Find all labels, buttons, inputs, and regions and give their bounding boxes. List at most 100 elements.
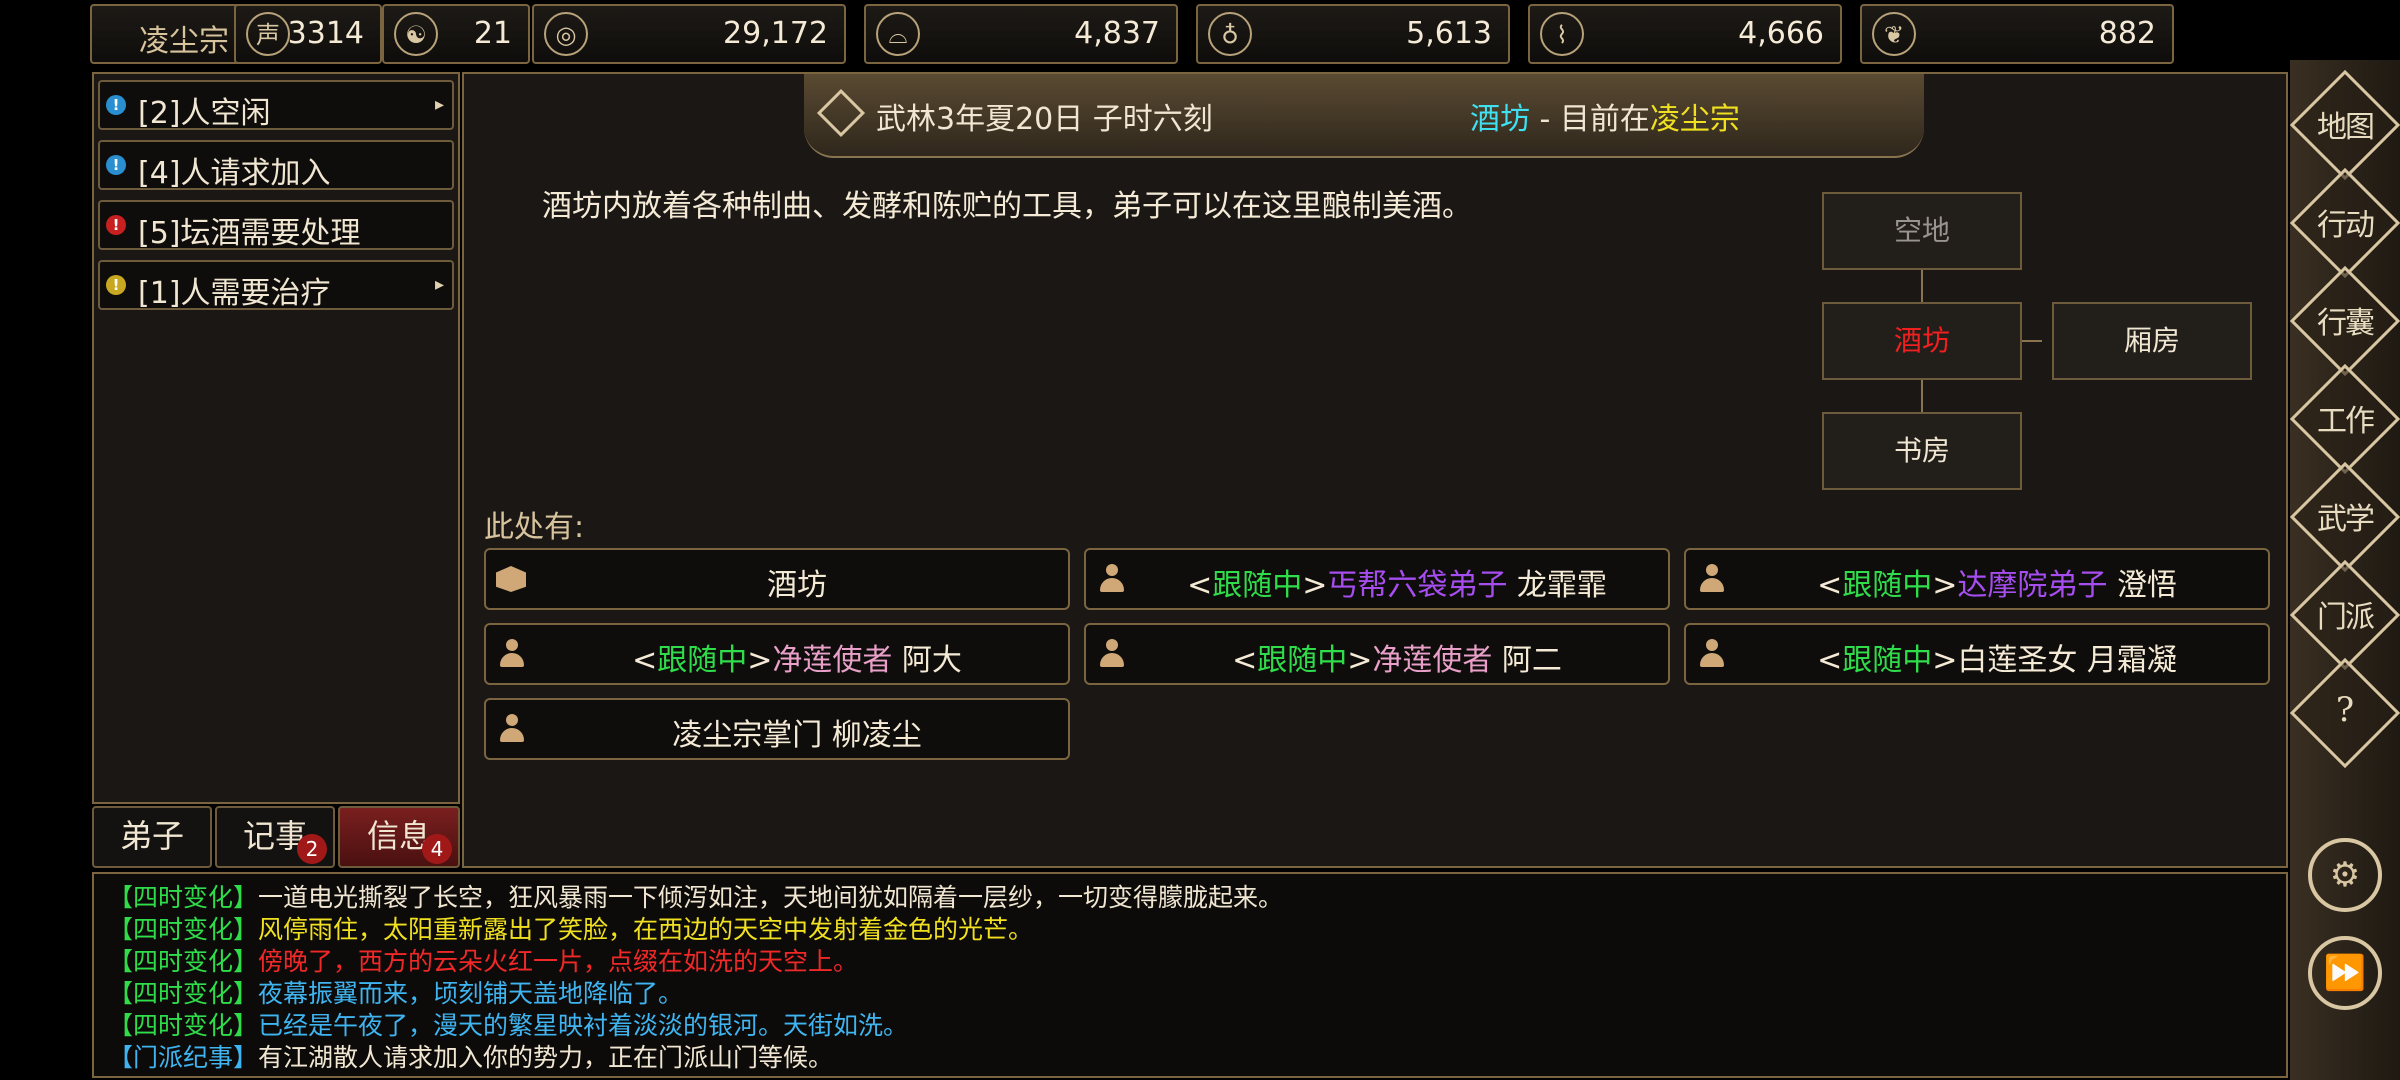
tab-messages[interactable]: 信息 4 [338, 806, 460, 868]
person-entry[interactable]: <跟随中>净莲使者 阿大 [484, 623, 1070, 685]
notification-badge: 4 [422, 834, 452, 864]
log-text: 夜幕振翼而来，顷刻铺天盖地降临了。 [258, 979, 684, 1008]
resource-food-bowl[interactable]: ⌓ 4,837 [864, 4, 1178, 64]
log-line: 【四时变化】风停雨住，太阳重新露出了笑脸，在西边的天空中发射着金色的光芒。 [108, 910, 1033, 946]
label-part: < [1232, 643, 1258, 678]
person-entry[interactable]: <跟随中>净莲使者 阿二 [1084, 623, 1670, 685]
resource-value: 3314 [287, 16, 364, 51]
entry-label: 酒坊 [526, 560, 1068, 604]
log-text: 一道电光撕裂了长空，狂风暴雨一下倾泻如注，天地间犹如隔着一层纱，一切变得朦胧起来… [258, 883, 1284, 912]
label-part: 跟随中 [1212, 568, 1303, 603]
yinyang-icon: ☯ [394, 12, 438, 56]
map-node-east[interactable]: 厢房 [2052, 302, 2252, 380]
log-tag: 【四时变化】 [108, 915, 259, 944]
person-icon [496, 712, 530, 746]
person-icon [1096, 637, 1130, 671]
log-tag: 【四时变化】 [108, 1011, 259, 1040]
log-tag: 【四时变化】 [108, 979, 259, 1008]
wood-log-icon: ⌇ [1540, 12, 1584, 56]
resource-prestige[interactable]: 声 3314 [234, 4, 382, 64]
box-icon [496, 566, 526, 592]
log-line: 【四时变化】一道电光撕裂了长空，狂风暴雨一下倾泻如注，天地间犹如隔着一层纱，一切… [108, 878, 1283, 914]
location-sect: 凌尘宗 [1649, 102, 1740, 137]
map-connector [1921, 378, 1923, 416]
resource-value: 4,837 [1074, 16, 1160, 51]
alert-dot-icon: ! [106, 215, 126, 235]
location-prefix: 目前在 [1559, 102, 1650, 137]
resource-wood-log[interactable]: ⌇ 4,666 [1528, 4, 1842, 64]
expand-arrow-icon: ▸ [434, 94, 444, 115]
location-name: 酒坊 [1470, 102, 1530, 137]
map-node-current: 酒坊 [1822, 302, 2022, 380]
task-item[interactable]: ! [5]坛酒需要处理 [98, 200, 454, 251]
person-entry[interactable]: <跟随中>白莲圣女 月霜凝 [1684, 623, 2270, 685]
entry-label: <跟随中>净莲使者 阿大 [526, 635, 1068, 679]
label-part: 达摩院弟子 [1957, 568, 2108, 603]
log-text: 傍晚了，西方的云朵火红一片，点缀在如洗的天空上。 [258, 947, 859, 976]
resource-yinyang[interactable]: ☯ 21 [382, 4, 530, 64]
log-text: 有江湖散人请求加入你的势力，正在门派山门等候。 [258, 1043, 834, 1072]
task-item[interactable]: ! [1]人需要治疗 ▸ [98, 260, 454, 311]
task-label: [5]坛酒需要处理 [138, 216, 361, 251]
coin-icon: ◎ [544, 12, 588, 56]
fast-forward-icon[interactable]: ⏩ [2308, 936, 2382, 1010]
log-line: 【四时变化】傍晚了，西方的云朵火红一片，点缀在如洗的天空上。 [108, 942, 858, 978]
calendar-icon [816, 88, 866, 138]
nav-label: 行动 [2317, 208, 2375, 243]
map-node-north[interactable]: 空地 [1822, 192, 2022, 270]
label-part: 白莲圣女 月霜凝 [1957, 643, 2177, 678]
label-part: < [1817, 643, 1843, 678]
location-line: 酒坊 - 目前在凌尘宗 [1470, 94, 1740, 138]
label-part: 净莲使者 [1372, 643, 1493, 678]
nav-label: 门派 [2317, 600, 2375, 635]
task-label: [4]人请求加入 [138, 156, 331, 191]
label-part: 阿大 [892, 643, 962, 678]
log-text: 风停雨住，太阳重新露出了笑脸，在西边的天空中发射着金色的光芒。 [258, 915, 1034, 944]
nav-label: 武学 [2317, 502, 2375, 537]
settings-gear-icon[interactable]: ⚙ [2308, 838, 2382, 912]
person-entry[interactable]: <跟随中>丐帮六袋弟子 龙霏霏 [1084, 548, 1670, 610]
food-bowl-icon: ⌓ [876, 12, 920, 56]
resource-coin[interactable]: ◎ 29,172 [532, 4, 846, 64]
tab-notes[interactable]: 记事 2 [215, 806, 335, 868]
log-line: 【四时变化】夜幕振翼而来，顷刻铺天盖地降临了。 [108, 974, 683, 1010]
location-separator: - [1530, 102, 1560, 137]
wine-gourd-icon: ♁ [1208, 12, 1252, 56]
label-part: < [1817, 568, 1843, 603]
person-icon [1696, 637, 1730, 671]
prestige-icon: 声 [246, 12, 290, 56]
right-nav: 地图 行动 行囊 工作 武学 门派? ⚙ ⏩ [2289, 60, 2400, 1080]
alert-dot-icon: ! [106, 155, 126, 175]
person-entry[interactable]: <跟随中>达摩院弟子 澄悟 [1684, 548, 2270, 610]
label-part: > [1932, 643, 1958, 678]
log-line: 【门派纪事】有江湖散人请求加入你的势力，正在门派山门等候。 [108, 1038, 833, 1074]
notification-badge: 2 [297, 834, 327, 864]
log-tag: 【门派纪事】 [108, 1043, 259, 1072]
message-log[interactable]: 【四时变化】 一道电光撕裂了长空，狂风暴雨一下倾泻如注，天地间犹如隔着一层纱，一切… [92, 872, 2288, 1078]
label-part: 跟随中 [1842, 643, 1933, 678]
label-part: 阿二 [1492, 643, 1562, 678]
person-entry[interactable]: 凌尘宗掌门 柳凌尘 [484, 698, 1070, 760]
entry-label: <跟随中>达摩院弟子 澄悟 [1726, 560, 2268, 604]
label-part: 跟随中 [1257, 643, 1348, 678]
resource-value: 29,172 [723, 16, 828, 51]
label-part: < [632, 643, 658, 678]
person-icon [1696, 562, 1730, 596]
label-part: > [747, 643, 773, 678]
resource-bar: 凌尘宗 声 3314 ☯ 21 ◎ 29,172 ⌓ 4,837 ♁ 5,613 ⌇ 4,666 ❦ 88… [90, 4, 2286, 66]
task-item[interactable]: ! [4]人请求加入 [98, 140, 454, 191]
expand-arrow-icon: ▸ [434, 274, 444, 295]
building-entry[interactable]: 酒坊 [484, 548, 1070, 610]
tab-disciples[interactable]: 弟子 [92, 806, 212, 868]
label-part: 龙霏霏 [1507, 568, 1607, 603]
resource-value: 21 [473, 16, 512, 51]
task-item[interactable]: ! [2]人空闲 ▸ [98, 80, 454, 131]
entry-label: <跟随中>净莲使者 阿二 [1126, 635, 1668, 679]
label-part: 跟随中 [657, 643, 748, 678]
nav-label: 地图 [2317, 110, 2375, 145]
resource-herb[interactable]: ❦ 882 [1860, 4, 2174, 64]
resource-wine-gourd[interactable]: ♁ 5,613 [1196, 4, 1510, 64]
map-node-south[interactable]: 书房 [1822, 412, 2022, 490]
label-part: 丐帮六袋弟子 [1327, 568, 1508, 603]
tab-label: 弟子 [119, 817, 184, 855]
